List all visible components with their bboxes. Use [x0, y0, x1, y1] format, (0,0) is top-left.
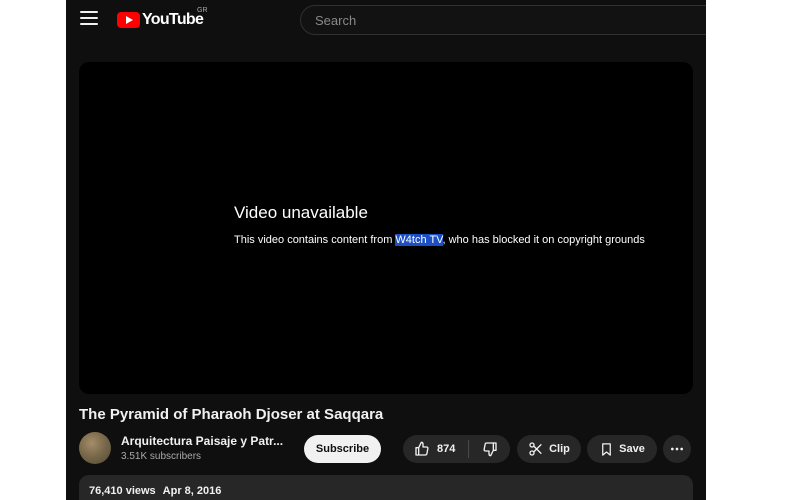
more-horizontal-icon [671, 447, 683, 451]
error-title: Video unavailable [234, 203, 368, 222]
thumbs-up-icon [415, 441, 429, 456]
youtube-logo[interactable]: YouTube GR [117, 7, 208, 30]
search-box [300, 5, 706, 35]
like-count: 874 [437, 443, 456, 455]
dislike-button[interactable] [469, 435, 510, 463]
error-message: This video contains content from W4tch T… [234, 234, 645, 246]
youtube-play-icon [117, 12, 140, 28]
error-message-start: This video contains content from [234, 234, 396, 246]
save-button[interactable]: Save [587, 435, 657, 463]
youtube-app: YouTube GR Video unavailable This video … [66, 0, 706, 500]
view-count: 76,410 views [89, 485, 156, 497]
subscriber-count: 3.51K subscribers [121, 451, 202, 462]
channel-name[interactable]: Arquitectura Paisaje y Patr... [121, 434, 291, 448]
top-bar: YouTube GR [66, 0, 706, 40]
like-dislike-group: 874 [403, 435, 510, 463]
subscribe-button[interactable]: Subscribe [304, 435, 381, 463]
video-title: The Pyramid of Pharaoh Djoser at Saqqara [79, 406, 384, 423]
video-meta: 76,410 views Apr 8, 2016 [89, 485, 221, 497]
clip-label: Clip [549, 443, 570, 455]
logo-text: YouTube [142, 11, 204, 28]
upload-date: Apr 8, 2016 [162, 485, 222, 497]
clip-button[interactable]: Clip [517, 435, 581, 463]
region-code: GR [197, 7, 208, 14]
thumbs-down-icon [482, 442, 497, 457]
error-message-end: , who has blocked it on copyright ground… [442, 234, 645, 246]
more-actions-button[interactable] [663, 435, 691, 463]
like-button[interactable]: 874 [403, 435, 468, 463]
description-box[interactable]: 76,410 views Apr 8, 2016 [79, 475, 693, 500]
bookmark-icon [602, 442, 612, 456]
scissors-icon [529, 442, 542, 456]
save-label: Save [619, 443, 645, 455]
error-highlighted-text: W4tch TV [395, 234, 443, 246]
channel-avatar[interactable] [79, 432, 111, 464]
video-player[interactable]: Video unavailable This video contains co… [79, 62, 693, 394]
search-input[interactable] [301, 6, 706, 34]
hamburger-menu-icon[interactable] [80, 11, 98, 25]
